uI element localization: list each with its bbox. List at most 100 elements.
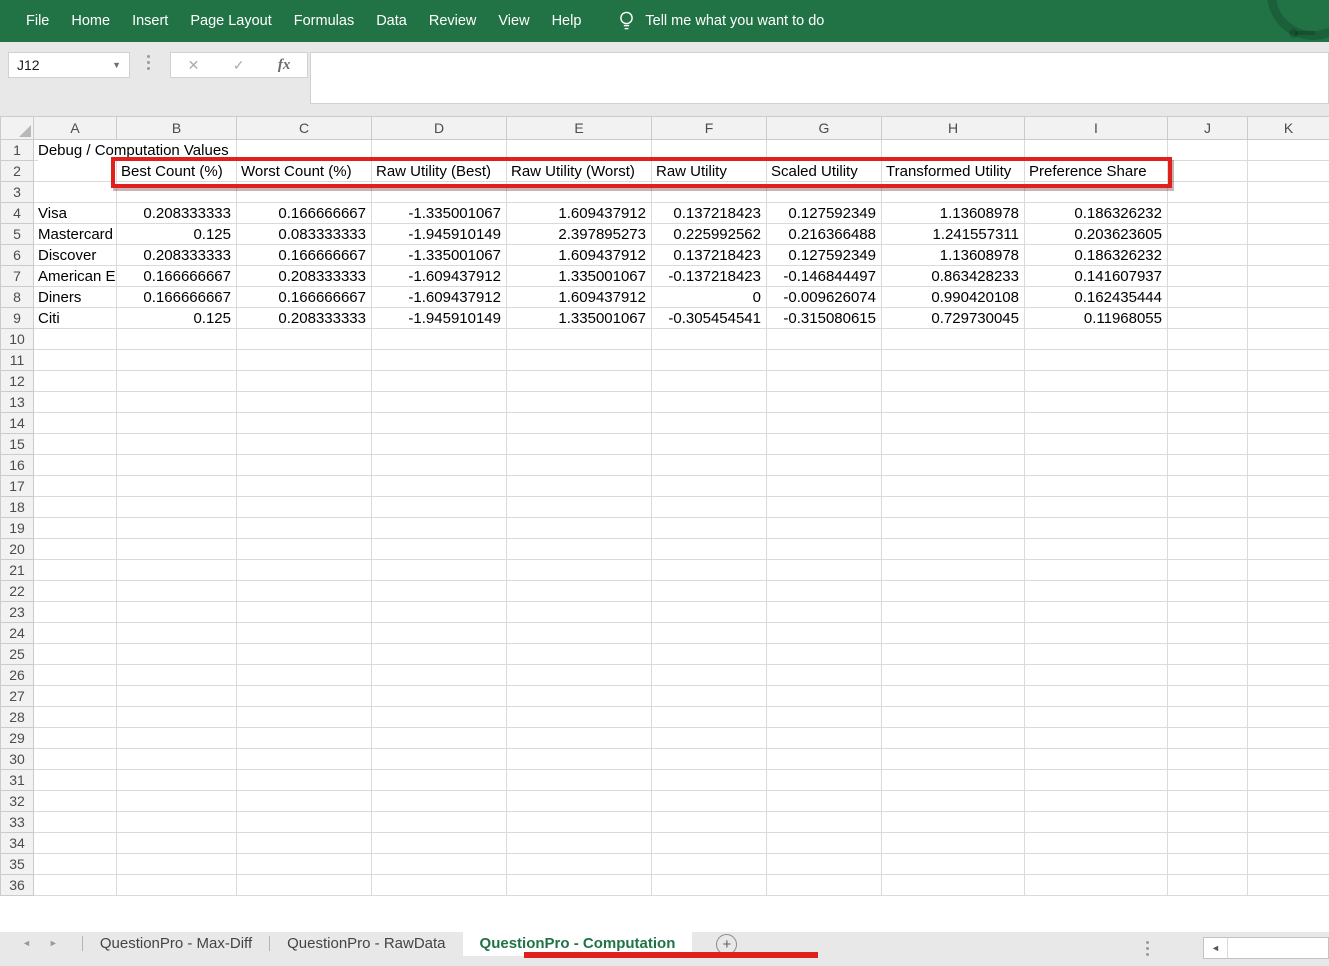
cell-B10[interactable] <box>117 329 237 350</box>
cell-K31[interactable] <box>1248 770 1329 791</box>
cell-K12[interactable] <box>1248 371 1329 392</box>
cell-C29[interactable] <box>237 728 372 749</box>
cell-K6[interactable] <box>1248 245 1329 266</box>
cell-H11[interactable] <box>882 350 1025 371</box>
cell-B13[interactable] <box>117 392 237 413</box>
cell-D24[interactable] <box>372 623 507 644</box>
cell-F11[interactable] <box>652 350 767 371</box>
menu-item-formulas[interactable]: Formulas <box>283 13 365 29</box>
cell-B36[interactable] <box>117 875 237 896</box>
cell-B19[interactable] <box>117 518 237 539</box>
cell-C6[interactable]: 0.166666667 <box>237 245 372 266</box>
cell-H1[interactable] <box>882 140 1025 161</box>
cell-D9[interactable]: -1.945910149 <box>372 308 507 329</box>
col-header-A[interactable]: A <box>34 117 117 140</box>
cell-J2[interactable] <box>1168 161 1248 182</box>
cell-G9[interactable]: -0.315080615 <box>767 308 882 329</box>
cell-I13[interactable] <box>1025 392 1168 413</box>
row-header-16[interactable]: 16 <box>1 455 34 476</box>
cell-K33[interactable] <box>1248 812 1329 833</box>
cell-F21[interactable] <box>652 560 767 581</box>
cell-F31[interactable] <box>652 770 767 791</box>
cell-C33[interactable] <box>237 812 372 833</box>
cell-J4[interactable] <box>1168 203 1248 224</box>
row-header-17[interactable]: 17 <box>1 476 34 497</box>
cell-I28[interactable] <box>1025 707 1168 728</box>
cell-A35[interactable] <box>34 854 117 875</box>
cell-K32[interactable] <box>1248 791 1329 812</box>
cell-G16[interactable] <box>767 455 882 476</box>
cell-J36[interactable] <box>1168 875 1248 896</box>
enter-icon[interactable]: ✓ <box>233 57 245 74</box>
cell-I6[interactable]: 0.186326232 <box>1025 245 1168 266</box>
cell-J32[interactable] <box>1168 791 1248 812</box>
row-header-20[interactable]: 20 <box>1 539 34 560</box>
cell-D26[interactable] <box>372 665 507 686</box>
cell-A20[interactable] <box>34 539 117 560</box>
cell-F27[interactable] <box>652 686 767 707</box>
cell-G24[interactable] <box>767 623 882 644</box>
cell-J7[interactable] <box>1168 266 1248 287</box>
cell-D22[interactable] <box>372 581 507 602</box>
cell-I15[interactable] <box>1025 434 1168 455</box>
cell-G3[interactable] <box>767 182 882 203</box>
cell-C36[interactable] <box>237 875 372 896</box>
cell-H17[interactable] <box>882 476 1025 497</box>
cell-E11[interactable] <box>507 350 652 371</box>
cell-D30[interactable] <box>372 749 507 770</box>
cell-I35[interactable] <box>1025 854 1168 875</box>
cell-C16[interactable] <box>237 455 372 476</box>
cell-C22[interactable] <box>237 581 372 602</box>
cell-D33[interactable] <box>372 812 507 833</box>
cell-G29[interactable] <box>767 728 882 749</box>
cell-E33[interactable] <box>507 812 652 833</box>
cell-I32[interactable] <box>1025 791 1168 812</box>
cell-G18[interactable] <box>767 497 882 518</box>
cell-H13[interactable] <box>882 392 1025 413</box>
cell-D5[interactable]: -1.945910149 <box>372 224 507 245</box>
cell-C23[interactable] <box>237 602 372 623</box>
cell-B15[interactable] <box>117 434 237 455</box>
cell-C1[interactable] <box>237 140 372 161</box>
cell-C19[interactable] <box>237 518 372 539</box>
cell-E20[interactable] <box>507 539 652 560</box>
cell-K18[interactable] <box>1248 497 1329 518</box>
cell-D15[interactable] <box>372 434 507 455</box>
cell-J25[interactable] <box>1168 644 1248 665</box>
cell-K25[interactable] <box>1248 644 1329 665</box>
cell-B3[interactable] <box>117 182 237 203</box>
cell-J20[interactable] <box>1168 539 1248 560</box>
cell-G5[interactable]: 0.216366488 <box>767 224 882 245</box>
cell-B14[interactable] <box>117 413 237 434</box>
sheet-nav-left-icon[interactable]: ◄ <box>22 938 31 948</box>
cell-I8[interactable]: 0.162435444 <box>1025 287 1168 308</box>
cell-H36[interactable] <box>882 875 1025 896</box>
cell-E13[interactable] <box>507 392 652 413</box>
cell-B5[interactable]: 0.125 <box>117 224 237 245</box>
cell-D29[interactable] <box>372 728 507 749</box>
cell-H29[interactable] <box>882 728 1025 749</box>
row-header-29[interactable]: 29 <box>1 728 34 749</box>
cell-J12[interactable] <box>1168 371 1248 392</box>
menu-item-data[interactable]: Data <box>365 13 418 29</box>
cell-K11[interactable] <box>1248 350 1329 371</box>
cell-A25[interactable] <box>34 644 117 665</box>
cell-A31[interactable] <box>34 770 117 791</box>
cell-D23[interactable] <box>372 602 507 623</box>
cell-I19[interactable] <box>1025 518 1168 539</box>
cell-D10[interactable] <box>372 329 507 350</box>
cell-H25[interactable] <box>882 644 1025 665</box>
cell-H14[interactable] <box>882 413 1025 434</box>
cell-I7[interactable]: 0.141607937 <box>1025 266 1168 287</box>
cell-C13[interactable] <box>237 392 372 413</box>
cell-E3[interactable] <box>507 182 652 203</box>
cell-J24[interactable] <box>1168 623 1248 644</box>
row-header-22[interactable]: 22 <box>1 581 34 602</box>
row-header-34[interactable]: 34 <box>1 833 34 854</box>
cell-I3[interactable] <box>1025 182 1168 203</box>
cell-G10[interactable] <box>767 329 882 350</box>
cell-K13[interactable] <box>1248 392 1329 413</box>
cell-G31[interactable] <box>767 770 882 791</box>
cell-E15[interactable] <box>507 434 652 455</box>
cell-F9[interactable]: -0.305454541 <box>652 308 767 329</box>
